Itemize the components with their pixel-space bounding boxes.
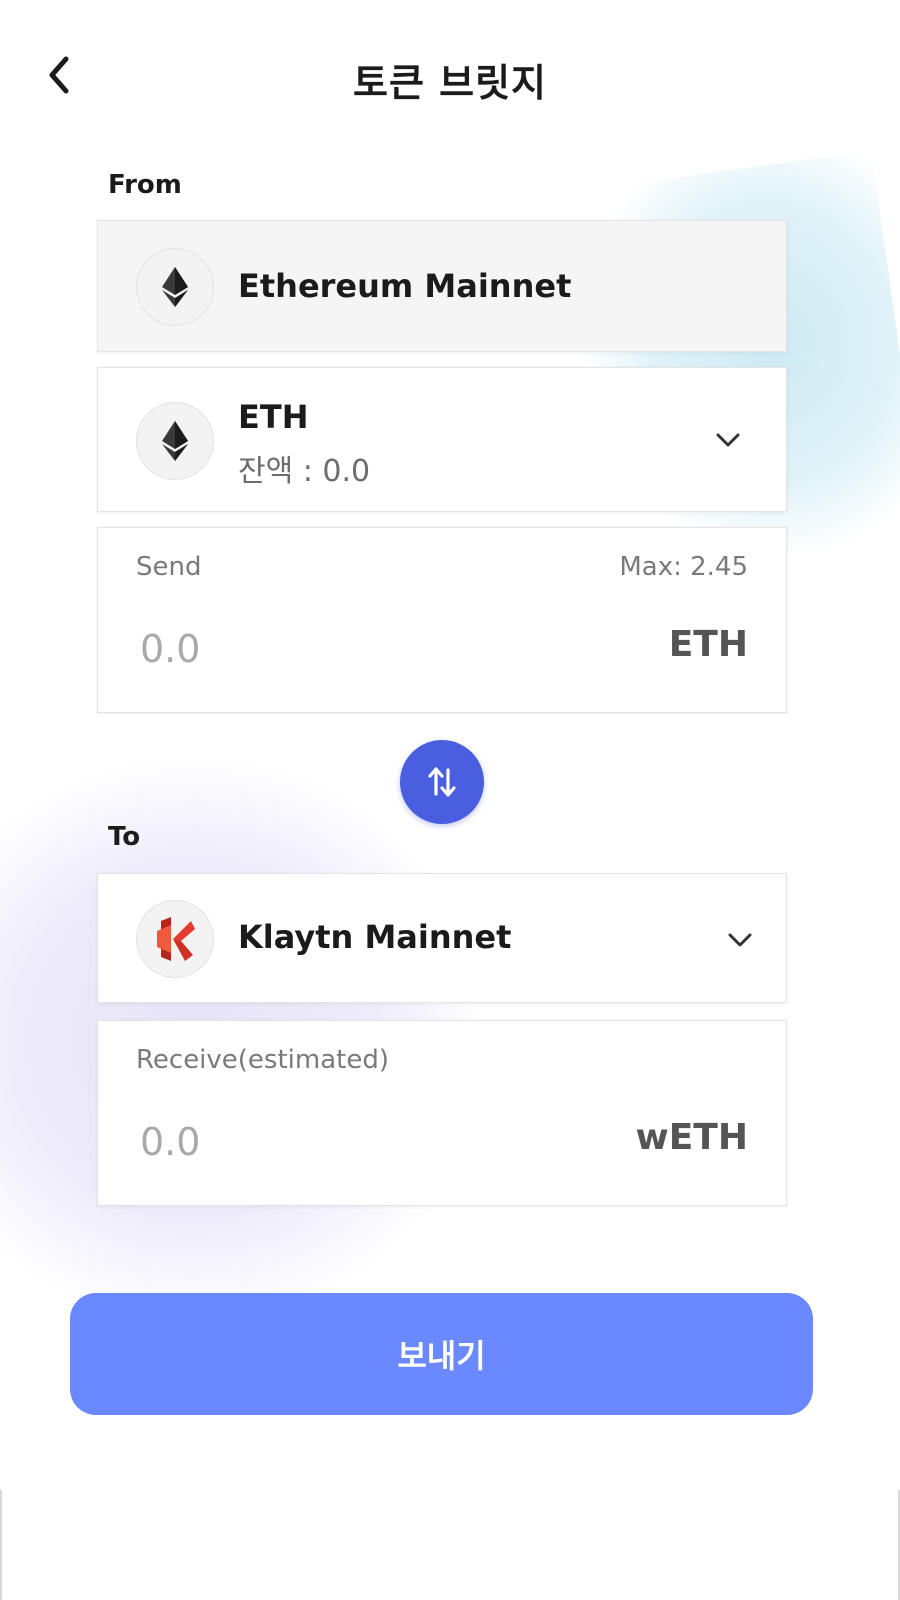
receive-amount-input[interactable] [138,1111,542,1173]
swap-button[interactable] [400,740,484,824]
send-label: Send [136,552,202,582]
from-network-card: Ethereum Mainnet [97,220,787,352]
receive-unit: wETH [635,1117,748,1158]
background-decoration-blue [564,150,900,580]
chevron-down-icon[interactable] [714,426,742,454]
swap-arrows-icon [428,767,456,797]
send-amount-card: Send Max: 2.45 ETH [97,527,787,713]
from-label: From [108,170,182,200]
receive-amount-card: Receive(estimated) wETH [97,1020,787,1206]
ethereum-icon [136,402,214,480]
receive-label: Receive(estimated) [136,1045,389,1075]
chevron-down-icon[interactable] [726,926,754,954]
max-amount[interactable]: Max: 2.45 [619,552,748,582]
ethereum-icon [136,248,214,326]
token-symbol: ETH [238,398,309,436]
klaytn-icon [136,900,214,978]
bottom-frame [0,1490,900,1600]
send-unit: ETH [668,624,748,665]
token-select[interactable]: ETH 잔액 : 0.0 [97,367,787,512]
token-balance: 잔액 : 0.0 [238,454,371,489]
to-network-name: Klaytn Mainnet [238,918,512,956]
send-button[interactable]: 보내기 [70,1293,813,1415]
to-label: To [108,822,141,852]
to-network-select[interactable]: Klaytn Mainnet [97,873,787,1003]
from-network-name: Ethereum Mainnet [238,267,572,305]
page-title: 토큰 브릿지 [352,61,548,105]
header: 토큰 브릿지 [0,30,900,120]
send-amount-input[interactable] [138,618,542,680]
